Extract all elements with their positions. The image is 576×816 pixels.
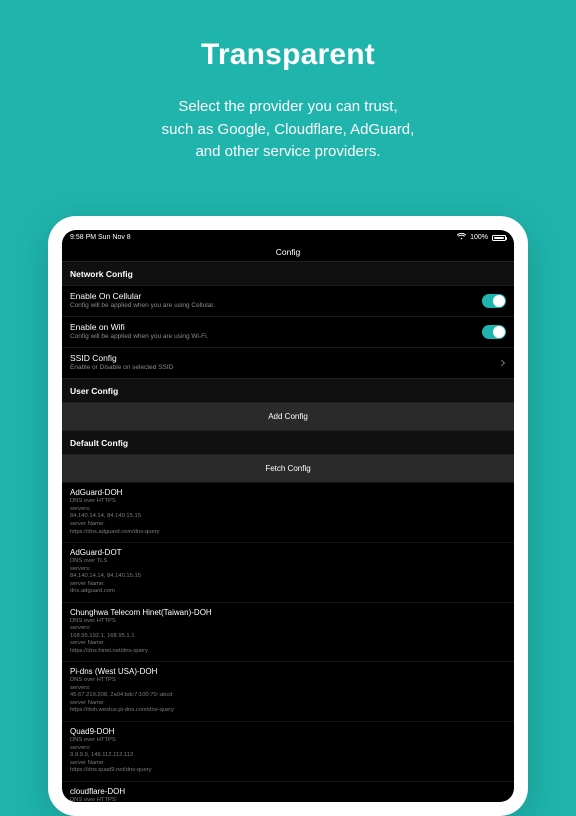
provider-row[interactable]: Pi-dns (West USA)-DOHDNS over HTTPSserve… [62, 661, 514, 721]
battery-icon [492, 235, 506, 241]
battery-percent: 100% [470, 234, 488, 241]
provider-detail: DNS over TLSservers:84.140.14.14, 84.140… [70, 558, 506, 596]
row-enable-wifi[interactable]: Enable on Wifi Config will be applied wh… [62, 316, 514, 347]
hero-line-3: and other service providers. [195, 143, 380, 160]
row-ssid-config[interactable]: SSID Config Enable or Disable on selecte… [62, 347, 514, 378]
device-frame: 9:58 PM Sun Nov 8 100% Config Network Co… [48, 216, 528, 816]
provider-name: AdGuard-DOT [70, 548, 506, 557]
hero-line-1: Select the provider you can trust, [178, 98, 397, 115]
provider-name: cloudflare-DOH [70, 787, 506, 796]
provider-detail: DNS over HTTPSservers:168.95.192.1, 168.… [70, 618, 506, 656]
row-enable-cellular[interactable]: Enable On Cellular Config will be applie… [62, 285, 514, 316]
section-network-header: Network Config [62, 261, 514, 285]
hero-subtitle: Select the provider you can trust, such … [0, 96, 576, 164]
provider-row[interactable]: Chunghwa Telecom Hinet(Taiwan)-DOHDNS ov… [62, 602, 514, 662]
provider-row[interactable]: cloudflare-DOHDNS over HTTPSservers:1.1.… [62, 781, 514, 802]
hero-title: Transparent [0, 38, 576, 72]
provider-name: Quad9-DOH [70, 727, 506, 736]
provider-detail: DNS over HTTPSservers:45.67.219.208, 2a0… [70, 677, 506, 715]
hero: Transparent Select the provider you can … [0, 0, 576, 164]
hero-line-2: such as Google, Cloudflare, AdGuard, [162, 121, 415, 138]
row-subtitle: Config will be applied when you are usin… [70, 333, 506, 341]
add-config-button[interactable]: Add Config [62, 402, 514, 430]
provider-detail: DNS over HTTPSservers:1.1.1.1, 1.0.0.1se… [70, 797, 506, 802]
row-subtitle: Config will be applied when you are usin… [70, 302, 506, 310]
provider-detail: DNS over HTTPSservers:9.9.9.9, 149.112.1… [70, 737, 506, 775]
provider-row[interactable]: AdGuard-DOHDNS over HTTPSservers:84.140.… [62, 482, 514, 542]
toggle-cellular[interactable] [482, 294, 506, 308]
row-title: Enable On Cellular [70, 291, 506, 301]
provider-name: Pi-dns (West USA)-DOH [70, 667, 506, 676]
toggle-wifi[interactable] [482, 325, 506, 339]
provider-row[interactable]: Quad9-DOHDNS over HTTPSservers:9.9.9.9, … [62, 721, 514, 781]
status-time: 9:58 PM Sun Nov 8 [70, 234, 131, 241]
device-screen: 9:58 PM Sun Nov 8 100% Config Network Co… [62, 230, 514, 802]
providers-list: AdGuard-DOHDNS over HTTPSservers:84.140.… [62, 482, 514, 802]
provider-name: Chunghwa Telecom Hinet(Taiwan)-DOH [70, 608, 506, 617]
status-right: 100% [457, 233, 506, 242]
wifi-icon [457, 233, 466, 242]
provider-row[interactable]: AdGuard-DOTDNS over TLSservers:84.140.14… [62, 542, 514, 602]
provider-detail: DNS over HTTPSservers:84.140.14.14, 84.1… [70, 498, 506, 536]
row-title: SSID Config [70, 353, 506, 363]
nav-title: Config [62, 244, 514, 261]
section-default-header: Default Config [62, 430, 514, 454]
section-user-header: User Config [62, 378, 514, 402]
provider-name: AdGuard-DOH [70, 488, 506, 497]
status-bar: 9:58 PM Sun Nov 8 100% [62, 230, 514, 244]
row-subtitle: Enable or Disable on selected SSID [70, 364, 506, 372]
fetch-config-button[interactable]: Fetch Config [62, 454, 514, 482]
row-title: Enable on Wifi [70, 322, 506, 332]
